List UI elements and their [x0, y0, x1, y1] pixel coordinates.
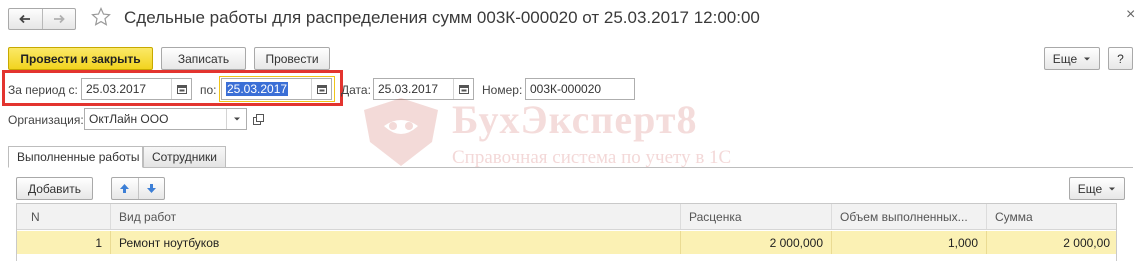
- save-button[interactable]: Записать: [161, 47, 246, 70]
- column-header-volume[interactable]: Объем выполненных...: [832, 204, 987, 229]
- help-button[interactable]: ?: [1108, 47, 1133, 70]
- post-button[interactable]: Провести: [254, 47, 330, 70]
- close-icon[interactable]: ×: [1126, 6, 1135, 24]
- chevron-down-icon: [1084, 57, 1091, 60]
- cell-work-type[interactable]: Ремонт ноутбуков: [111, 231, 681, 254]
- arrow-left-icon: [19, 14, 31, 24]
- post-and-close-button[interactable]: Провести и закрыть: [8, 47, 153, 70]
- cell-rate[interactable]: 2 000,000: [681, 231, 832, 254]
- move-buttons: [111, 177, 165, 200]
- arrow-up-icon: [120, 184, 130, 193]
- arrow-down-icon: [146, 184, 156, 193]
- more-label: Еще: [1052, 51, 1078, 66]
- open-icon[interactable]: [250, 110, 266, 128]
- cell-amount[interactable]: 2 000,00: [987, 231, 1118, 254]
- organization-value: ОктЛайн ООО: [89, 112, 169, 126]
- column-header-rate[interactable]: Расценка: [681, 204, 832, 229]
- cell-n[interactable]: 1: [17, 231, 111, 254]
- column-header-work-type[interactable]: Вид работ: [111, 204, 681, 229]
- chevron-down-icon: [1109, 187, 1116, 190]
- watermark-title: БухЭксперт8: [452, 97, 698, 142]
- table-row[interactable]: 1 Ремонт ноутбуков 2 000,000 1,000 2 000…: [17, 231, 1116, 254]
- history-nav: [8, 8, 76, 30]
- highlight-frame: [2, 70, 343, 106]
- date-value: 25.03.2017: [378, 82, 439, 96]
- organization-field[interactable]: ОктЛайн ООО: [84, 108, 247, 130]
- table-more-menu-button[interactable]: Еще: [1069, 177, 1125, 200]
- add-row-button[interactable]: Добавить: [16, 177, 93, 200]
- forward-button[interactable]: [41, 9, 76, 29]
- move-up-button[interactable]: [112, 178, 139, 199]
- date-label: Дата:: [341, 83, 371, 97]
- page-title: Сдельные работы для распределения сумм 0…: [124, 8, 760, 27]
- watermark-subtitle: Справочная система по учету в 1С: [452, 147, 732, 168]
- number-value: 003К-000020: [530, 82, 602, 96]
- number-label: Номер:: [482, 83, 523, 97]
- cell-volume[interactable]: 1,000: [832, 231, 987, 254]
- column-header-amount[interactable]: Сумма: [987, 204, 1118, 229]
- more-menu-button[interactable]: Еще: [1044, 47, 1100, 70]
- tab-employees[interactable]: Сотрудники: [143, 146, 226, 168]
- favorite-star-icon[interactable]: [90, 5, 112, 29]
- watermark-logo-icon: [364, 98, 438, 166]
- back-button[interactable]: [9, 9, 42, 29]
- organization-label: Организация:: [8, 113, 84, 127]
- column-header-n[interactable]: N: [17, 204, 111, 229]
- move-down-button[interactable]: [139, 178, 165, 199]
- chevron-down-icon[interactable]: [226, 109, 246, 129]
- tab-completed-works[interactable]: Выполненные работы: [8, 146, 143, 168]
- arrow-right-icon: [53, 14, 65, 24]
- table-header: N Вид работ Расценка Объем выполненных..…: [17, 204, 1116, 230]
- table-more-label: Еще: [1077, 181, 1103, 196]
- works-table: N Вид работ Расценка Объем выполненных..…: [16, 203, 1117, 261]
